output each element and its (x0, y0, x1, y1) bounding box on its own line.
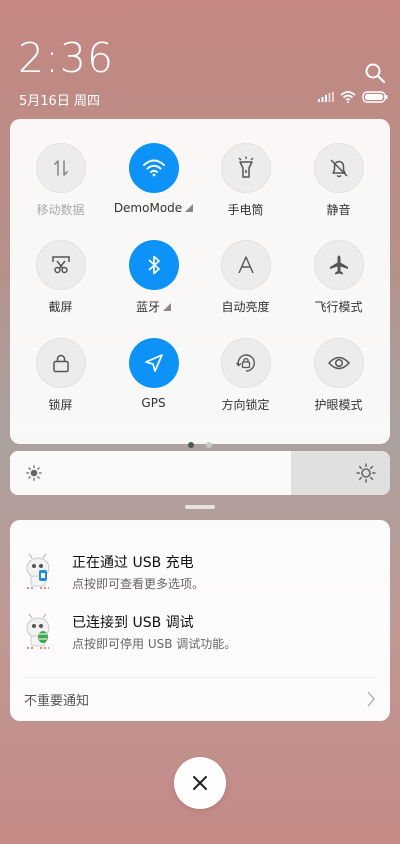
bluetooth-icon (147, 255, 160, 275)
page-dot[interactable] (205, 442, 212, 448)
close-icon (193, 776, 207, 790)
tile-screenshot[interactable]: 截屏 (14, 240, 107, 330)
tile-label: 静音 (326, 203, 351, 217)
rotation-lock-icon (235, 354, 255, 372)
wifi-icon (142, 159, 165, 177)
tile-label: 蓝牙 (135, 300, 160, 314)
date: 5月16日 周四 (19, 94, 100, 109)
screenshot-icon (51, 256, 70, 274)
signal-icon (318, 92, 334, 102)
tile-label: GPS (141, 396, 166, 410)
mobile-data-icon (53, 160, 68, 176)
brightness-fill (10, 451, 292, 495)
android-debug-icon (26, 613, 50, 649)
page-indicator (10, 433, 390, 452)
android-debug-icon (26, 553, 50, 589)
tile-rotation-lock[interactable]: 方向锁定 (199, 338, 292, 428)
divider (24, 677, 376, 678)
tile-lock-screen[interactable]: 锁屏 (14, 338, 107, 428)
tile-airplane[interactable]: 飞行模式 (292, 240, 385, 330)
notification-usb-debugging[interactable]: 已连接到 USB 调试 点按即可停用 USB 调试功能。 (10, 604, 390, 664)
tile-wifi[interactable]: DemoMode (107, 143, 200, 233)
page-dot-active[interactable] (188, 442, 195, 448)
quick-settings-panel: 移动数据 DemoMode 手电筒 静音 截屏 蓝牙 自动亮度 飞行模式 锁屏 … (10, 119, 390, 448)
tile-label: DemoMode (113, 201, 183, 215)
mute-icon (329, 159, 348, 178)
lock-icon (52, 354, 69, 373)
gps-icon (144, 354, 163, 372)
wifi-status-icon (340, 91, 356, 103)
brightness-slider[interactable] (10, 451, 390, 495)
tile-label: 方向锁定 (221, 398, 270, 412)
status-bar: 2:36 5月16日 周四 (0, 0, 400, 115)
drag-handle[interactable] (185, 505, 215, 509)
battery-icon (362, 91, 388, 103)
tile-auto-brightness[interactable]: 自动亮度 (199, 240, 292, 330)
tile-label: 截屏 (48, 300, 73, 314)
notification-panel: 正在通过 USB 充电 点按即可查看更多选项。 已连接到 USB 调试 点按即可… (10, 520, 390, 721)
brightness-high-icon (356, 463, 376, 483)
clock: 2:36 (18, 34, 115, 82)
more-indicator-icon (163, 303, 171, 311)
tile-gps[interactable]: GPS (107, 338, 200, 428)
notification-usb-charging[interactable]: 正在通过 USB 充电 点按即可查看更多选项。 (10, 544, 390, 604)
search-icon[interactable] (364, 62, 386, 84)
system-icons (318, 91, 388, 103)
tile-eye-care[interactable]: 护眼模式 (292, 338, 385, 428)
airplane-icon (329, 255, 348, 275)
notification-subtitle: 点按即可查看更多选项。 (72, 577, 205, 591)
chevron-right-icon[interactable] (366, 690, 376, 708)
auto-brightness-icon (237, 256, 254, 274)
unimportant-notifications-link[interactable]: 不重要通知 (24, 690, 89, 709)
tile-flashlight[interactable]: 手电筒 (199, 143, 292, 233)
tile-label: 自动亮度 (221, 300, 270, 314)
tile-label: 锁屏 (48, 398, 73, 412)
tile-bluetooth[interactable]: 蓝牙 (107, 240, 200, 330)
tile-mobile-data[interactable]: 移动数据 (14, 143, 107, 233)
notification-title: 已连接到 USB 调试 (72, 615, 194, 631)
tile-label: 手电筒 (227, 203, 264, 217)
tile-mute[interactable]: 静音 (292, 143, 385, 233)
notification-title: 正在通过 USB 充电 (72, 555, 194, 571)
brightness-low-icon (26, 465, 42, 481)
tile-label: 移动数据 (36, 203, 85, 217)
clear-all-button[interactable] (174, 757, 226, 809)
more-indicator-icon (185, 204, 194, 212)
eye-icon (327, 356, 350, 370)
flashlight-icon (238, 156, 253, 178)
tile-label: 护眼模式 (314, 398, 363, 412)
tile-label: 飞行模式 (314, 300, 363, 314)
notification-subtitle: 点按即可停用 USB 调试功能。 (72, 637, 237, 651)
